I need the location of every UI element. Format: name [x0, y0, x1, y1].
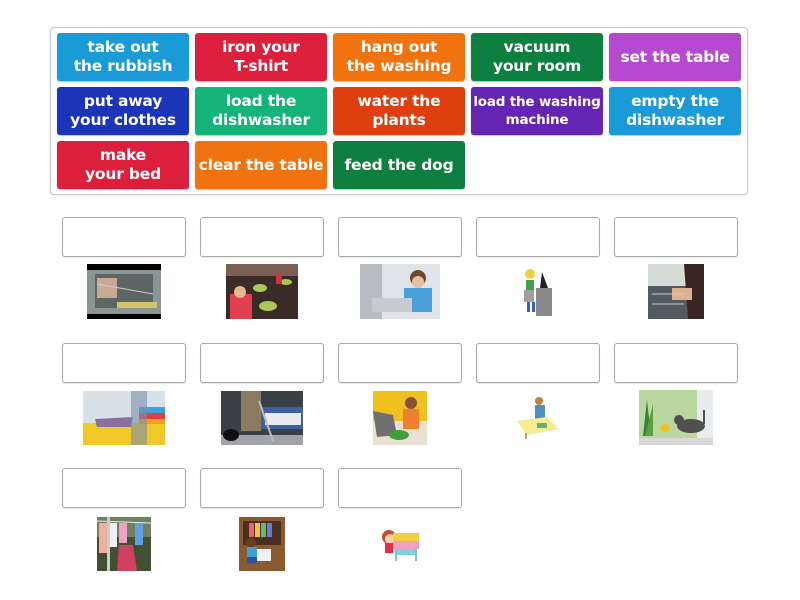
drop-slot[interactable] [62, 468, 186, 508]
clearing-table-photo [226, 264, 298, 319]
drop-slot[interactable] [476, 217, 600, 257]
watering-plants-photo [639, 390, 713, 445]
loading-dishwasher-photo [87, 264, 161, 319]
answer-tile[interactable]: take out the rubbish [57, 33, 189, 81]
answer-tile[interactable]: clear the table [195, 141, 327, 189]
answer-tile[interactable]: make your bed [57, 141, 189, 189]
answer-tile[interactable]: set the table [609, 33, 741, 81]
drop-slot[interactable] [338, 217, 462, 257]
drop-slot[interactable] [62, 217, 186, 257]
feeding-dog-photo [373, 390, 427, 445]
drop-slot[interactable] [62, 343, 186, 383]
tile-bank: take out the rubbish iron your T-shirt han… [50, 27, 748, 195]
drop-slot[interactable] [200, 468, 324, 508]
answer-tile[interactable]: empty the dishwasher [609, 87, 741, 135]
taking-out-rubbish-cartoon [518, 264, 558, 319]
answer-tile[interactable]: load the dishwasher [195, 87, 327, 135]
answer-tile[interactable]: load the washing machine [471, 87, 603, 135]
putting-away-clothes-cartoon [239, 516, 285, 571]
answer-tile[interactable]: put away your clothes [57, 87, 189, 135]
answer-tile[interactable]: water the plants [333, 87, 465, 135]
drop-slot[interactable] [338, 343, 462, 383]
washing-machine-photo [360, 264, 440, 319]
drop-slot[interactable] [476, 343, 600, 383]
drop-slot[interactable] [200, 343, 324, 383]
ironing-photo [83, 390, 165, 445]
answer-tile[interactable]: iron your T-shirt [195, 33, 327, 81]
emptying-dishwasher-photo [648, 264, 704, 319]
making-bed-cartoon [379, 524, 421, 563]
hanging-washing-photo [97, 516, 151, 571]
drop-slot[interactable] [338, 468, 462, 508]
drop-slot[interactable] [614, 217, 738, 257]
answer-tile[interactable]: hang out the washing [333, 33, 465, 81]
vacuuming-photo [221, 390, 303, 445]
answer-tile[interactable]: feed the dog [333, 141, 465, 189]
drop-slot[interactable] [200, 217, 324, 257]
drop-slot[interactable] [614, 343, 738, 383]
answer-tile[interactable]: vacuum your room [471, 33, 603, 81]
setting-table-cartoon [515, 394, 561, 441]
